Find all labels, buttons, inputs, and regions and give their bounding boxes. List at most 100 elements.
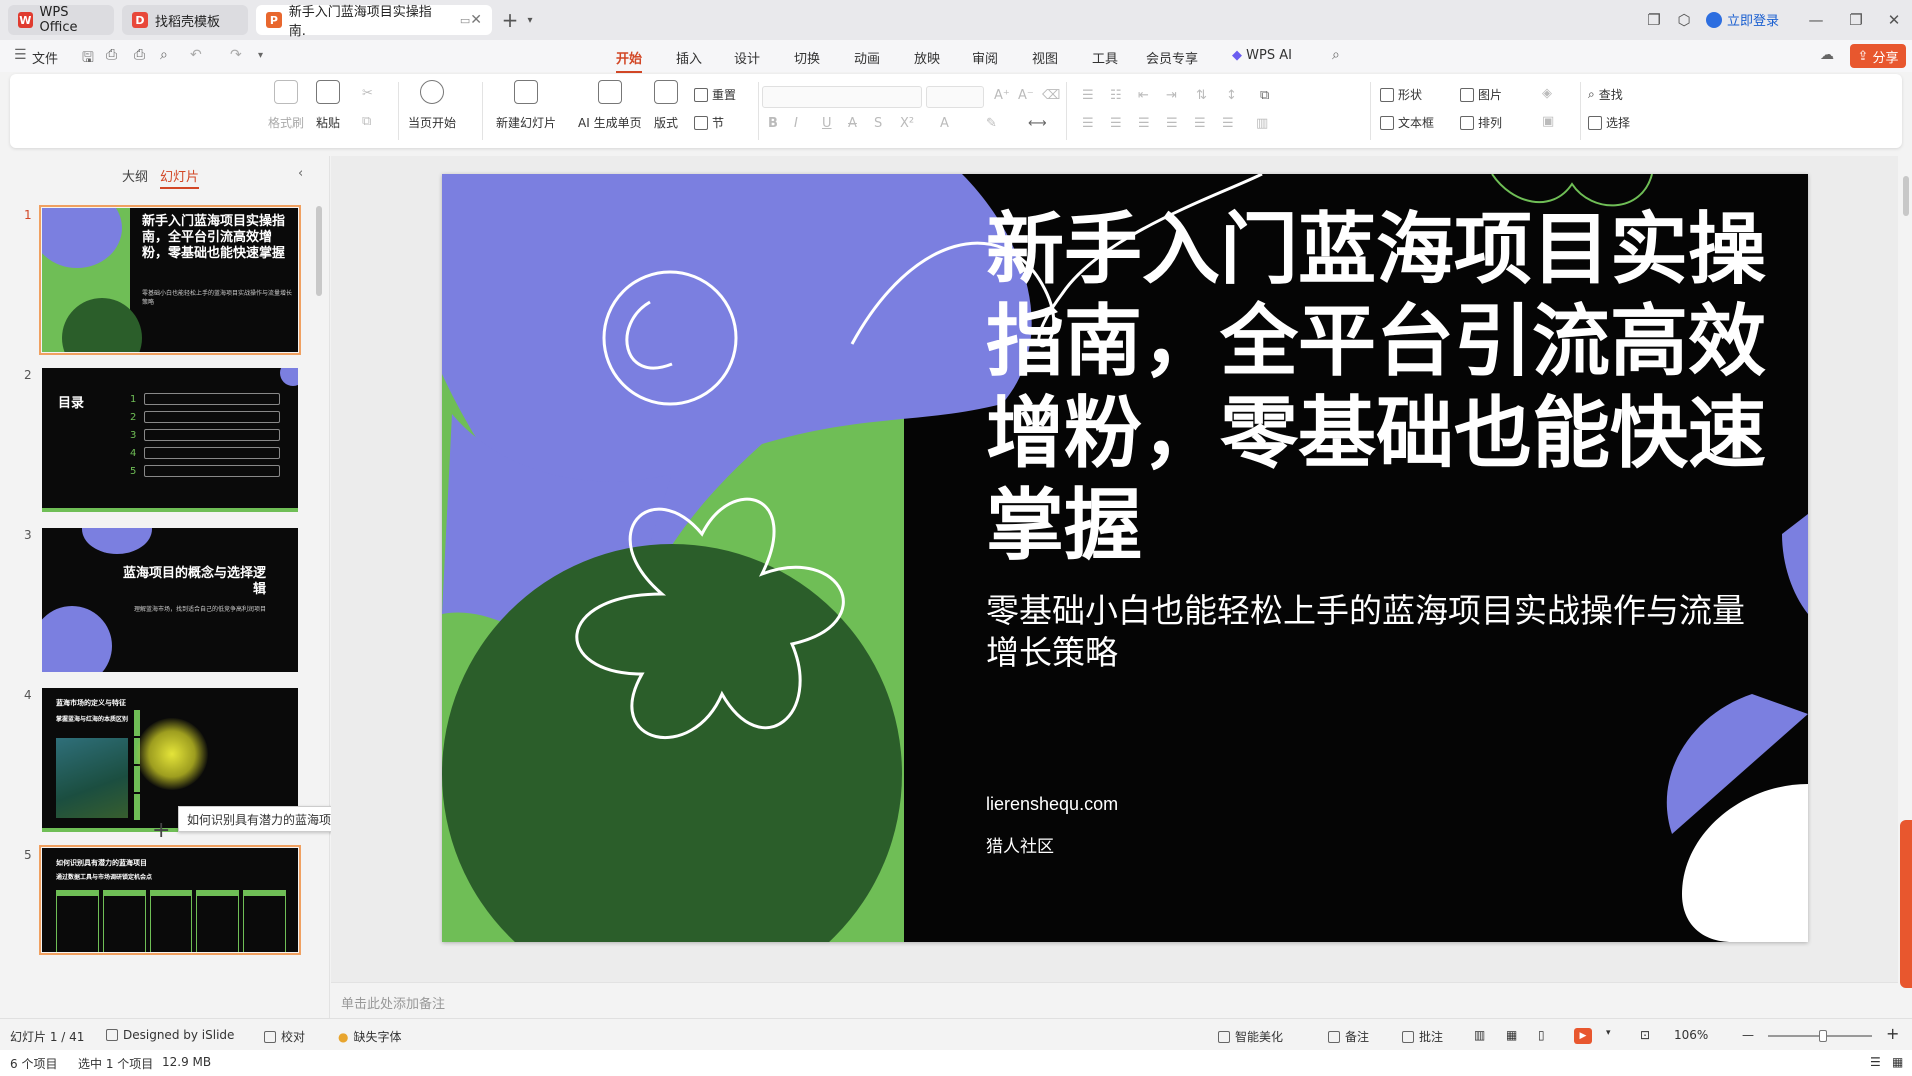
numbered-list-icon[interactable]: ☷ — [1110, 88, 1122, 103]
side-panel-toggle[interactable] — [1900, 820, 1912, 988]
smart-beautify-button[interactable]: 智能美化 — [1218, 1028, 1283, 1045]
collapse-panel-icon[interactable]: ‹ — [298, 166, 303, 181]
font-color-icon[interactable]: A — [940, 116, 949, 131]
close-window-icon[interactable]: ✕ — [1882, 8, 1906, 32]
font-size-select[interactable] — [926, 86, 984, 108]
highlight-icon[interactable]: ✎ — [986, 116, 997, 131]
slide-thumbnail-1[interactable]: 新手入门蓝海项目实操指南，全平台引流高效增粉，零基础也能快速掌握 零基础小白也能… — [39, 205, 301, 355]
notes-toggle-button[interactable]: 备注 — [1328, 1028, 1369, 1045]
increase-indent-icon[interactable]: ⇥ — [1166, 88, 1177, 103]
menu-tab-transition[interactable]: 切换 — [794, 48, 820, 67]
zoom-in-icon[interactable]: + — [1886, 1024, 1899, 1043]
menu-tab-review[interactable]: 审阅 — [972, 48, 998, 67]
proofread-button[interactable]: 校对 — [264, 1028, 305, 1045]
picture-button[interactable]: 图片 — [1460, 86, 1502, 103]
window-layout-icon[interactable]: ❐ — [1642, 8, 1666, 32]
slide-subtitle[interactable]: 零基础小白也能轻松上手的蓝海项目实战操作与流量增长策略 — [986, 590, 1746, 674]
print-preview-icon[interactable]: ⌕ — [160, 47, 168, 63]
zoom-level[interactable]: 106% — [1674, 1028, 1708, 1042]
increase-font-icon[interactable]: A⁺ — [994, 88, 1010, 103]
slide-thumbnail-3[interactable]: 蓝海项目的概念与选择逻辑 理解蓝海市场，找到适合自己的低竞争高利润项目 — [42, 528, 298, 672]
arrange-button[interactable]: 排列 — [1460, 114, 1502, 131]
minimize-icon[interactable]: — — [1804, 8, 1828, 32]
file-menu[interactable]: 文件 — [32, 48, 58, 67]
reset-button[interactable]: 重置 — [694, 86, 736, 103]
fit-window-icon[interactable]: ⊡ — [1640, 1028, 1650, 1042]
align-center-icon[interactable]: ☰ — [1110, 116, 1122, 131]
decrease-indent-icon[interactable]: ⇤ — [1138, 88, 1149, 103]
underline-icon[interactable]: U — [822, 116, 832, 131]
login-button[interactable]: 立即登录 — [1706, 10, 1779, 29]
slide-thumbnail-2[interactable]: 目录 1 2 3 4 5 — [42, 368, 298, 512]
tab-docer-templates[interactable]: D 找稻壳模板 — [122, 5, 248, 35]
save-icon[interactable]: 🖫 — [82, 47, 94, 71]
share-button[interactable]: ⇪ 分享 — [1850, 44, 1906, 68]
fill-icon[interactable]: ◈ — [1542, 86, 1552, 101]
superscript-icon[interactable]: X² — [900, 116, 914, 131]
reading-view-icon[interactable]: ▯ — [1538, 1028, 1545, 1042]
columns-icon[interactable]: ▥ — [1256, 116, 1268, 131]
slideshow-play-icon[interactable]: ▶ — [1574, 1028, 1592, 1044]
chevron-down-icon[interactable]: ▾ — [518, 8, 542, 32]
slide-url-text[interactable]: lierenshequ.com — [986, 794, 1118, 815]
text-direction-icon[interactable]: ⇅ — [1196, 88, 1207, 103]
decrease-font-icon[interactable]: A⁻ — [1018, 88, 1034, 103]
tab-outline[interactable]: 大纲 — [122, 166, 148, 185]
menu-tab-tools[interactable]: 工具 — [1092, 48, 1118, 67]
add-slide-icon[interactable]: + — [152, 818, 170, 843]
bold-icon[interactable]: B — [768, 116, 778, 131]
italic-icon[interactable]: I — [794, 116, 798, 131]
ai-generate-button[interactable]: AI 生成单页 — [578, 80, 642, 131]
clear-format-icon[interactable]: ⌫ — [1042, 88, 1060, 103]
bullet-list-icon[interactable]: ☰ — [1082, 88, 1094, 103]
char-spacing-icon[interactable]: ⟷ — [1028, 116, 1047, 131]
sort-icon[interactable]: ↕ — [1226, 88, 1237, 103]
slideshow-options-icon[interactable]: ▾ — [1606, 1028, 1611, 1038]
convert-smartart-icon[interactable]: ⧉ — [1260, 88, 1269, 103]
scrollbar-thumb[interactable] — [1903, 176, 1909, 216]
restore-icon[interactable]: ❐ — [1844, 8, 1868, 32]
slide-canvas[interactable]: 新手入门蓝海项目实操指南，全平台引流高效增粉，零基础也能快速掌握 零基础小白也能… — [442, 174, 1808, 942]
normal-view-icon[interactable]: ▥ — [1474, 1028, 1485, 1042]
menu-tab-view[interactable]: 视图 — [1032, 48, 1058, 67]
section-button[interactable]: 节 — [694, 114, 724, 131]
menu-tab-animation[interactable]: 动画 — [854, 48, 880, 67]
print-icon[interactable]: ⎙ — [134, 47, 145, 63]
close-tab-icon[interactable]: ✕ — [470, 12, 482, 28]
panel-scrollbar[interactable] — [316, 206, 322, 296]
text-shadow-icon[interactable]: S — [874, 116, 882, 131]
redo-icon[interactable]: ↷ — [230, 47, 242, 63]
slide-thumbnail-5[interactable]: 如何识别具有潜力的蓝海项目 通过数据工具与市场调研锁定机会点 — [39, 845, 301, 955]
find-button[interactable]: ⌕ 查找 — [1588, 86, 1623, 103]
justify-icon[interactable]: ☰ — [1166, 116, 1178, 131]
strikethrough-icon[interactable]: A — [848, 116, 857, 131]
tab-slides[interactable]: 幻灯片 — [160, 166, 200, 189]
align-right-icon[interactable]: ☰ — [1138, 116, 1150, 131]
copy-icon[interactable]: ⧉ — [362, 114, 371, 129]
zoom-slider-knob[interactable] — [1819, 1030, 1828, 1042]
font-family-select[interactable] — [762, 86, 922, 108]
menu-tab-insert[interactable]: 插入 — [676, 48, 702, 67]
search-icon[interactable]: ⌕ — [1332, 47, 1340, 63]
designer-credit[interactable]: Designed by iSlide — [106, 1028, 234, 1042]
cloud-sync-icon[interactable]: ☁ — [1820, 47, 1834, 63]
tab-current-document[interactable]: P 新手入门蓝海项目实操指南. ▭ ✕ — [256, 5, 492, 39]
menu-tab-member[interactable]: 会员专享 — [1146, 48, 1198, 67]
quick-access-more-icon[interactable]: ▾ — [258, 50, 263, 61]
tab-wps-office[interactable]: W WPS Office — [8, 5, 114, 35]
menu-tab-design[interactable]: 设计 — [734, 48, 760, 67]
menu-tab-home[interactable]: 开始 — [616, 48, 643, 73]
hamburger-menu-icon[interactable]: ☰ — [14, 47, 27, 63]
paste-button[interactable]: 粘贴 — [316, 80, 340, 131]
layout-button[interactable]: 版式 — [654, 80, 678, 131]
large-icons-view-icon[interactable]: ▦ — [1892, 1055, 1903, 1069]
line-spacing-icon[interactable]: ☰ — [1222, 116, 1234, 131]
distributed-icon[interactable]: ☰ — [1194, 116, 1206, 131]
undo-icon[interactable]: ↶ — [190, 47, 202, 63]
cube-icon[interactable]: ⬡ — [1672, 8, 1696, 32]
zoom-out-icon[interactable]: — — [1742, 1028, 1754, 1042]
new-slide-button[interactable]: 新建幻灯片 — [496, 80, 556, 131]
cut-icon[interactable]: ✂ — [362, 86, 373, 101]
details-view-icon[interactable]: ☰ — [1870, 1055, 1881, 1069]
screen-icon[interactable]: ▭ — [460, 14, 470, 27]
